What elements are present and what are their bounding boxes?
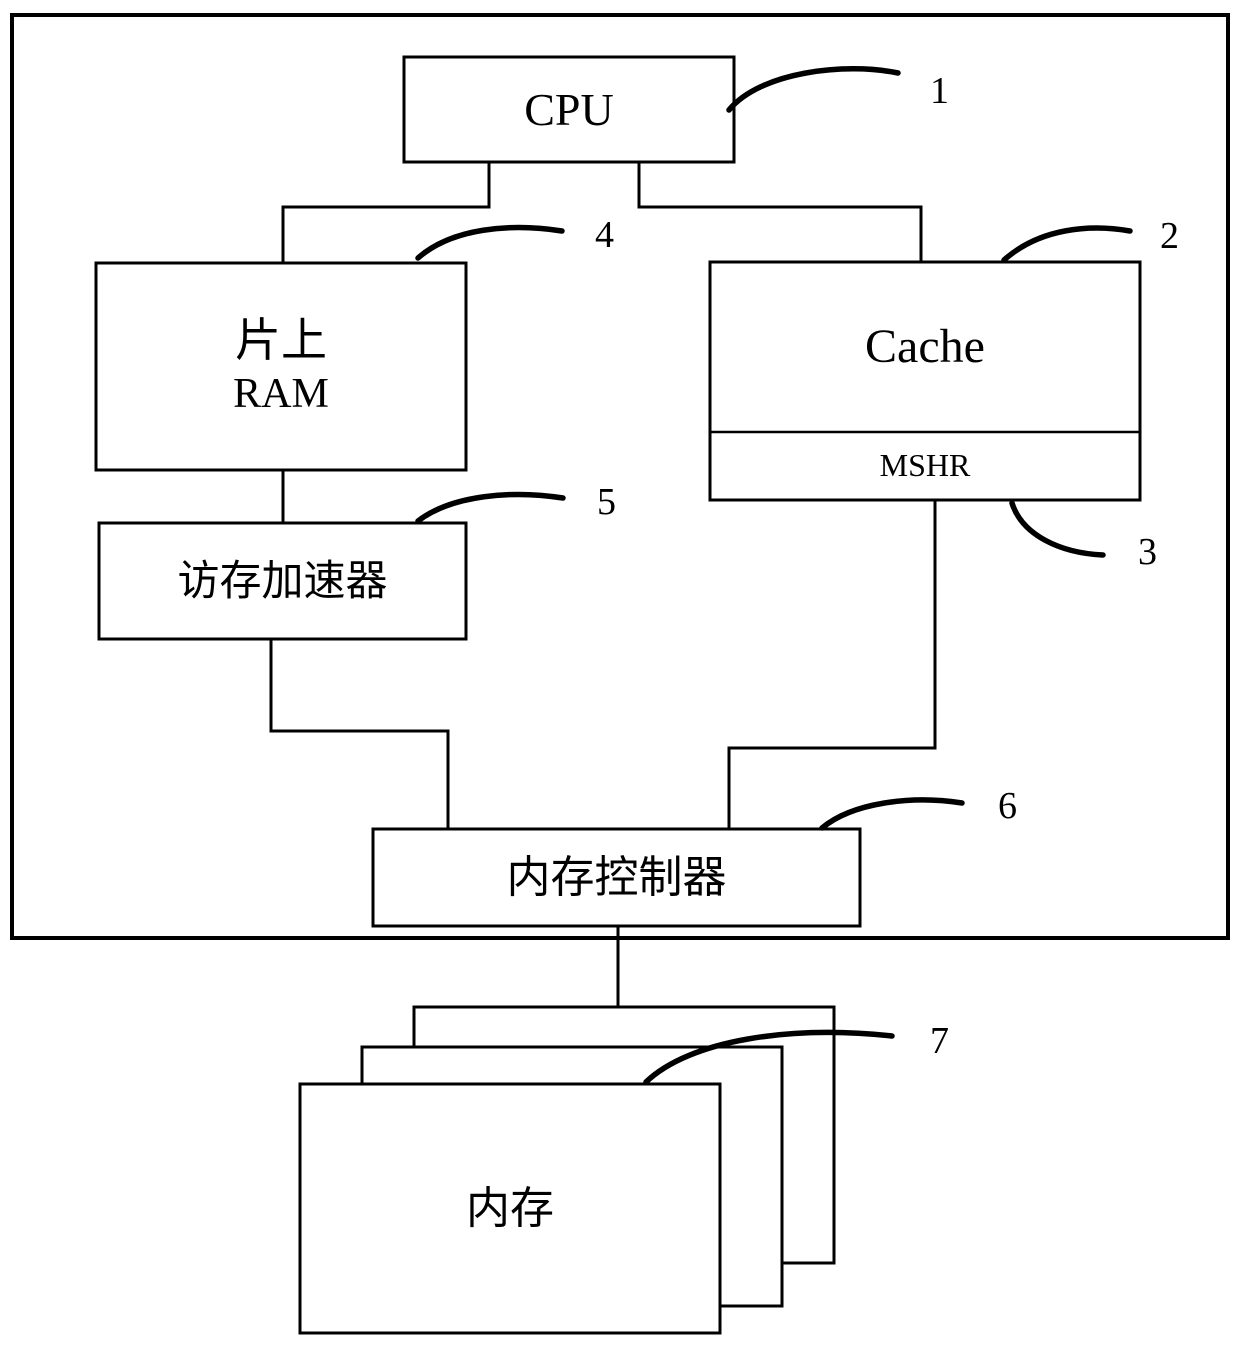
block-accelerator[interactable]	[97, 521, 468, 641]
wire-accelerator-to-memory-controller	[269, 637, 450, 831]
leader-line-3	[1009, 500, 1106, 558]
block-diagram-graphics	[10, 13, 1230, 1335]
wire-cache-to-memory-controller	[727, 498, 937, 831]
wire-cpu-to-onchip-ram	[281, 160, 491, 265]
reference-number-1: 1	[930, 70, 949, 112]
reference-number-6: 6	[998, 785, 1017, 827]
block-memory-front[interactable]	[298, 1082, 722, 1335]
reference-number-2: 2	[1160, 215, 1179, 257]
wire-cpu-to-cache	[637, 160, 923, 264]
block-cpu[interactable]	[402, 55, 736, 164]
block-onchip-ram[interactable]	[94, 261, 468, 472]
leader-line-4	[415, 224, 565, 261]
leader-line-2	[1001, 225, 1133, 263]
leader-line-1	[726, 66, 901, 113]
reference-number-4: 4	[595, 214, 614, 256]
diagram-canvas: CPU 片上 RAM Cache MSHR 访存加速器 内存控制器 内存 1 2…	[0, 0, 1240, 1352]
reference-number-3: 3	[1138, 531, 1157, 573]
leader-line-5	[415, 491, 566, 524]
block-memory-controller[interactable]	[371, 827, 862, 928]
leader-line-6	[819, 797, 965, 831]
reference-number-5: 5	[597, 481, 616, 523]
reference-number-7: 7	[930, 1020, 949, 1062]
block-cache[interactable]	[708, 260, 1142, 502]
